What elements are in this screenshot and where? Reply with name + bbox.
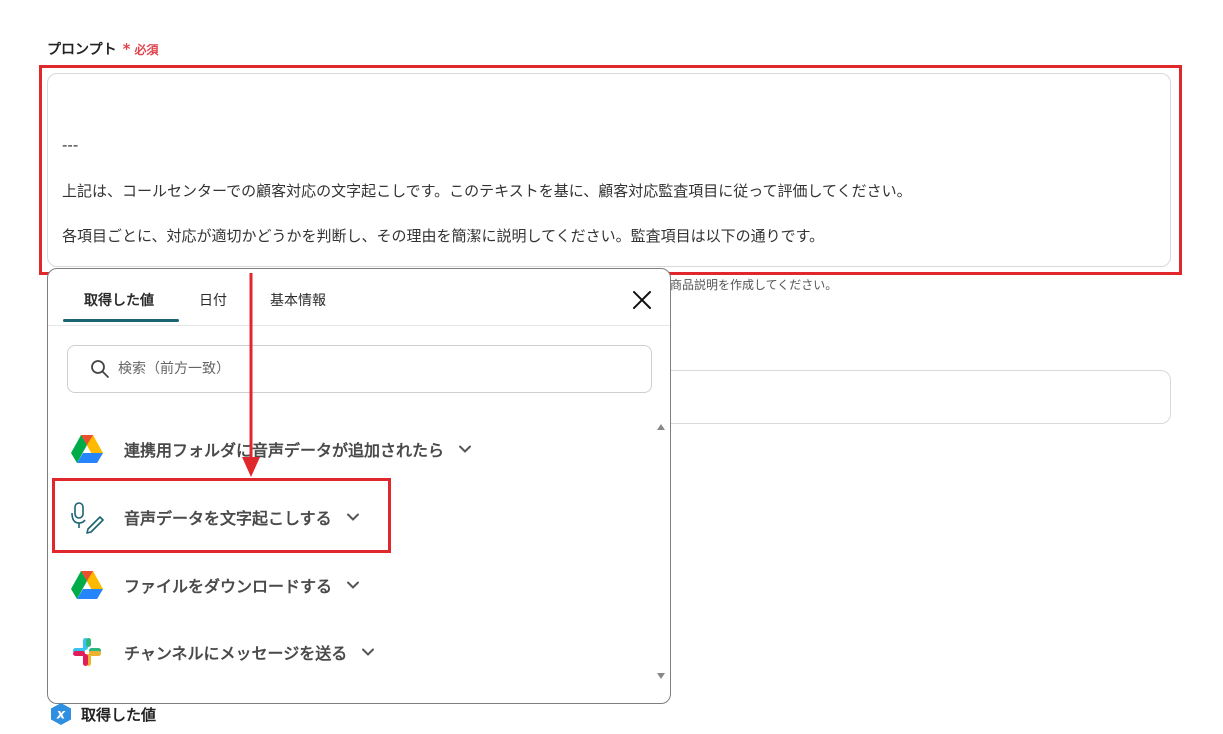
required-text: 必須	[134, 42, 159, 57]
variable-x-icon: x	[51, 703, 71, 725]
search-box[interactable]	[67, 345, 652, 393]
obtained-values-text: 取得した値	[81, 705, 157, 724]
obtained-values-section-label: x 取得した値	[49, 702, 156, 726]
list-item-label: 連携用フォルダに音声データが追加されたら	[124, 441, 445, 460]
red-arrow-annotation	[242, 273, 260, 477]
transcribe-highlight-box	[52, 478, 391, 553]
chevron-down-icon[interactable]	[361, 645, 375, 659]
tab-date[interactable]: 日付	[199, 290, 227, 310]
list-item-label: チャンネルにメッセージを送る	[124, 644, 348, 663]
slack-icon	[70, 635, 104, 669]
google-drive-icon	[70, 568, 104, 602]
chevron-down-icon[interactable]	[346, 578, 360, 592]
scroll-up-arrow-icon[interactable]	[656, 423, 666, 431]
svg-text:x: x	[56, 708, 66, 723]
prompt-label-text: プロンプト	[47, 42, 117, 58]
prompt-highlight-box	[39, 65, 1182, 275]
hint-text: 商品説明を作成してください。	[670, 278, 838, 292]
tab-obtained-values[interactable]: 取得した値	[84, 290, 154, 310]
search-icon	[91, 360, 109, 378]
list-item-download[interactable]: ファイルをダウンロードする	[70, 565, 360, 605]
tab-basic-info[interactable]: 基本情報	[270, 290, 326, 310]
list-item-label: ファイルをダウンロードする	[124, 577, 333, 596]
close-icon[interactable]	[629, 287, 655, 313]
scroll-down-arrow-icon[interactable]	[656, 672, 666, 680]
chevron-down-icon[interactable]	[458, 442, 472, 456]
active-tab-indicator	[63, 319, 179, 322]
prompt-label: プロンプト * 必須	[47, 39, 158, 59]
list-item-slack-send[interactable]: チャンネルにメッセージを送る	[70, 632, 375, 672]
required-mark: *	[122, 40, 131, 58]
background-input-field[interactable]	[660, 370, 1171, 424]
list-item-folder-trigger[interactable]: 連携用フォルダに音声データが追加されたら	[70, 429, 472, 469]
popup-tabs: 取得した値 日付 基本情報	[48, 269, 670, 326]
google-drive-icon	[70, 432, 104, 466]
search-input[interactable]	[116, 360, 620, 378]
